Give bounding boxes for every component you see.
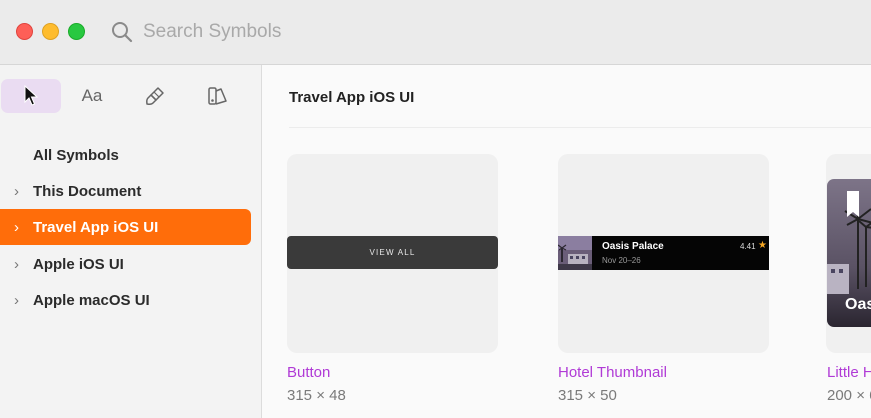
sidebar-item-all-symbols[interactable]: All Symbols <box>0 137 251 173</box>
sidebar-item-label: This Document <box>33 182 142 200</box>
title-bar <box>0 0 871 65</box>
hotel-name: Oasis Palace <box>602 241 664 252</box>
sidebar-item-label: All Symbols <box>33 146 119 164</box>
text-style-icon: Aa <box>81 86 103 105</box>
tab-color-variables[interactable] <box>188 79 248 113</box>
hotel-photo <box>558 236 592 270</box>
symbol-card-hotel-thumbnail[interactable]: Oasis Palace Nov 20–26 4.41 ★ <box>558 154 769 353</box>
symbol-size: 315 × 48 <box>287 387 346 404</box>
chevron-right-icon[interactable]: › <box>0 256 33 273</box>
little-card-title: Oas <box>845 296 871 313</box>
color-swatch-icon <box>208 87 227 105</box>
star-icon: ★ <box>758 240 767 251</box>
chevron-right-icon[interactable]: › <box>0 292 33 309</box>
paint-brush-icon <box>146 87 164 105</box>
sidebar-item-apple-macos-ui[interactable]: › Apple macOS UI <box>0 282 251 318</box>
symbols-panel: Travel App iOS UI VIEW ALL Button 315 × … <box>262 65 871 418</box>
sidebar-item-label: Apple iOS UI <box>33 255 124 273</box>
button-preview: VIEW ALL <box>287 236 498 269</box>
symbol-name[interactable]: Hotel Thumbnail <box>558 364 667 381</box>
symbol-size: 315 × 50 <box>558 387 617 404</box>
cursor-arrow-icon <box>24 85 39 106</box>
sidebar-item-apple-ios-ui[interactable]: › Apple iOS UI <box>0 246 251 282</box>
close-window-button[interactable] <box>16 23 33 40</box>
hotel-dates: Nov 20–26 <box>602 256 641 265</box>
symbol-name[interactable]: Little H <box>827 364 871 381</box>
symbol-size: 200 × 6 <box>827 387 871 404</box>
divider <box>289 127 871 128</box>
tab-symbols[interactable] <box>1 79 61 113</box>
sidebar-item-travel-app-ios-ui[interactable]: › Travel App iOS UI <box>0 209 251 245</box>
hotel-rating: 4.41 <box>740 242 756 251</box>
sidebar-item-label: Travel App iOS UI <box>33 218 159 236</box>
chevron-right-icon[interactable]: › <box>0 183 33 200</box>
hotel-thumbnail-preview: Oasis Palace Nov 20–26 4.41 ★ <box>558 236 769 270</box>
page-title: Travel App iOS UI <box>289 89 415 106</box>
symbol-card-button[interactable]: VIEW ALL <box>287 154 498 353</box>
sidebar-item-this-document[interactable]: › This Document <box>0 173 251 209</box>
minimize-window-button[interactable] <box>42 23 59 40</box>
zoom-window-button[interactable] <box>68 23 85 40</box>
search-input[interactable] <box>143 18 543 46</box>
chevron-right-icon[interactable]: › <box>0 219 33 236</box>
sidebar: Aa All Symbols › This Document › Travel … <box>0 65 262 418</box>
little-card-preview: Oas <box>827 179 871 327</box>
tab-text-styles[interactable]: Aa <box>62 79 122 113</box>
symbol-name[interactable]: Button <box>287 364 330 381</box>
sidebar-item-label: Apple macOS UI <box>33 291 150 309</box>
tab-layer-styles[interactable] <box>125 79 185 113</box>
search-icon <box>112 22 133 43</box>
symbol-card-little[interactable]: Oas <box>826 154 871 353</box>
